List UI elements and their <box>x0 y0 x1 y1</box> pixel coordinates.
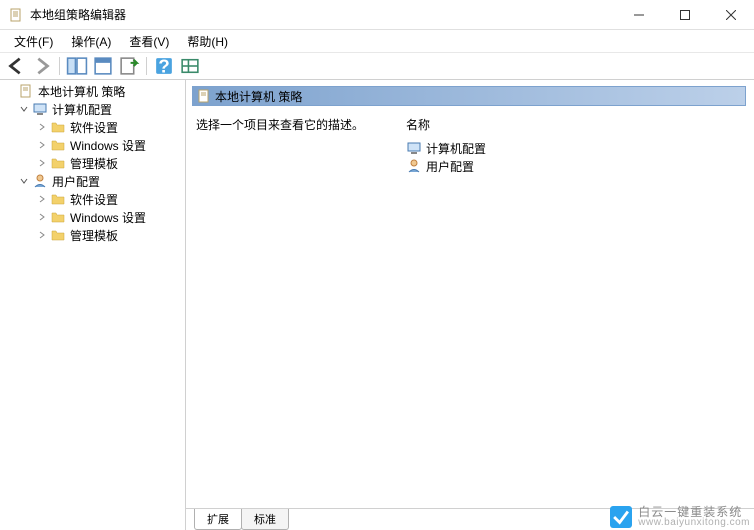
chevron-right-icon[interactable] <box>36 193 48 205</box>
tree-label: 软件设置 <box>70 191 118 208</box>
chevron-down-icon[interactable] <box>18 103 30 115</box>
tree-admin-templates[interactable]: 管理模板 <box>0 154 185 172</box>
tree-pane[interactable]: 本地计算机 策略 计算机配置 软件设置 Windows 设置 管理模板 用户配置 <box>0 80 186 530</box>
menu-view[interactable]: 查看(V) <box>121 31 177 52</box>
maximize-button[interactable] <box>662 0 708 30</box>
title-bar: 本地组策略编辑器 <box>0 0 754 30</box>
list-item-label: 计算机配置 <box>426 140 486 157</box>
policy-icon <box>18 83 34 99</box>
list-item-label: 用户配置 <box>426 158 474 175</box>
name-column-header[interactable]: 名称 <box>406 116 746 133</box>
tree-label: Windows 设置 <box>70 137 146 154</box>
tree-software-settings-user[interactable]: 软件设置 <box>0 190 185 208</box>
tabs-row: 扩展 标准 <box>186 508 754 530</box>
list-item-user-config[interactable]: 用户配置 <box>406 157 746 175</box>
content-header-text: 本地计算机 策略 <box>215 88 302 105</box>
list-item-computer-config[interactable]: 计算机配置 <box>406 139 746 157</box>
tree-label: 软件设置 <box>70 119 118 136</box>
toolbar-separator <box>59 57 60 75</box>
menu-help[interactable]: 帮助(H) <box>179 31 236 52</box>
folder-icon <box>50 155 66 171</box>
tab-extended[interactable]: 扩展 <box>194 509 242 530</box>
properties-button[interactable] <box>91 55 115 77</box>
menu-action[interactable]: 操作(A) <box>63 31 119 52</box>
chevron-right-icon[interactable] <box>36 139 48 151</box>
tree-windows-settings[interactable]: Windows 设置 <box>0 136 185 154</box>
chevron-right-icon[interactable] <box>36 229 48 241</box>
window-controls <box>616 0 754 30</box>
folder-icon <box>50 137 66 153</box>
export-button[interactable] <box>117 55 141 77</box>
tree-user-config[interactable]: 用户配置 <box>0 172 185 190</box>
svg-text:?: ? <box>158 55 170 76</box>
user-icon <box>32 173 48 189</box>
filter-button[interactable] <box>178 55 202 77</box>
chevron-right-icon[interactable] <box>36 121 48 133</box>
close-button[interactable] <box>708 0 754 30</box>
menu-bar: 文件(F) 操作(A) 查看(V) 帮助(H) <box>0 30 754 52</box>
tab-standard[interactable]: 标准 <box>241 509 289 530</box>
content-body: 选择一个项目来查看它的描述。 名称 计算机配置 用户配置 <box>186 106 754 508</box>
tree-label: 管理模板 <box>70 227 118 244</box>
tree-computer-config[interactable]: 计算机配置 <box>0 100 185 118</box>
computer-icon <box>32 101 48 117</box>
back-button[interactable] <box>4 55 28 77</box>
list-column: 名称 计算机配置 用户配置 <box>406 116 746 508</box>
description-column: 选择一个项目来查看它的描述。 <box>196 116 406 508</box>
app-icon <box>8 7 24 23</box>
show-hide-tree-button[interactable] <box>65 55 89 77</box>
user-icon <box>406 158 422 174</box>
policy-icon <box>197 89 211 103</box>
tree-windows-settings-user[interactable]: Windows 设置 <box>0 208 185 226</box>
forward-button[interactable] <box>30 55 54 77</box>
tree-label: 计算机配置 <box>52 101 112 118</box>
minimize-button[interactable] <box>616 0 662 30</box>
chevron-right-icon[interactable] <box>36 157 48 169</box>
content-header: 本地计算机 策略 <box>192 86 746 106</box>
tree-label: Windows 设置 <box>70 209 146 226</box>
computer-icon <box>406 140 422 156</box>
tree-software-settings[interactable]: 软件设置 <box>0 118 185 136</box>
tree-label: 管理模板 <box>70 155 118 172</box>
folder-icon <box>50 227 66 243</box>
menu-file[interactable]: 文件(F) <box>6 31 61 52</box>
tree-admin-templates-user[interactable]: 管理模板 <box>0 226 185 244</box>
chevron-right-icon[interactable] <box>36 211 48 223</box>
content-pane: 本地计算机 策略 选择一个项目来查看它的描述。 名称 计算机配置 用户配置 扩展… <box>186 80 754 530</box>
chevron-down-icon[interactable] <box>18 175 30 187</box>
folder-icon <box>50 119 66 135</box>
window-title: 本地组策略编辑器 <box>30 6 616 23</box>
help-button[interactable]: ? <box>152 55 176 77</box>
toolbar-separator <box>146 57 147 75</box>
tree-label: 用户配置 <box>52 173 100 190</box>
tree-root-label: 本地计算机 策略 <box>38 83 125 100</box>
description-text: 选择一个项目来查看它的描述。 <box>196 116 406 133</box>
main-area: 本地计算机 策略 计算机配置 软件设置 Windows 设置 管理模板 用户配置 <box>0 80 754 530</box>
folder-icon <box>50 209 66 225</box>
folder-icon <box>50 191 66 207</box>
tree-root[interactable]: 本地计算机 策略 <box>0 82 185 100</box>
toolbar: ? <box>0 52 754 80</box>
blank-twisty <box>4 85 16 97</box>
